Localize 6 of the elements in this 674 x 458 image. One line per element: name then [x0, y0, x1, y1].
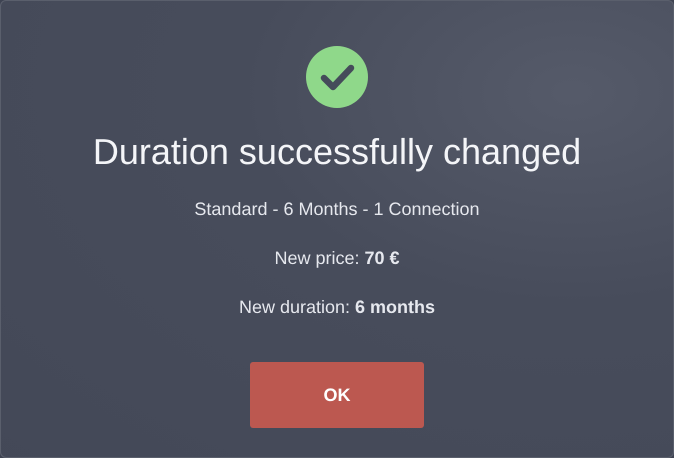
detail-text: New duration: 6 months — [238, 297, 436, 318]
dialog-title: Duration successfully changed — [92, 131, 582, 173]
plan-text: Standard - 6 Months - 1 Connection — [194, 199, 480, 220]
check-icon — [305, 45, 369, 109]
detail-text: New price: 70 € — [274, 248, 400, 269]
ok-button[interactable]: OK — [250, 362, 424, 428]
